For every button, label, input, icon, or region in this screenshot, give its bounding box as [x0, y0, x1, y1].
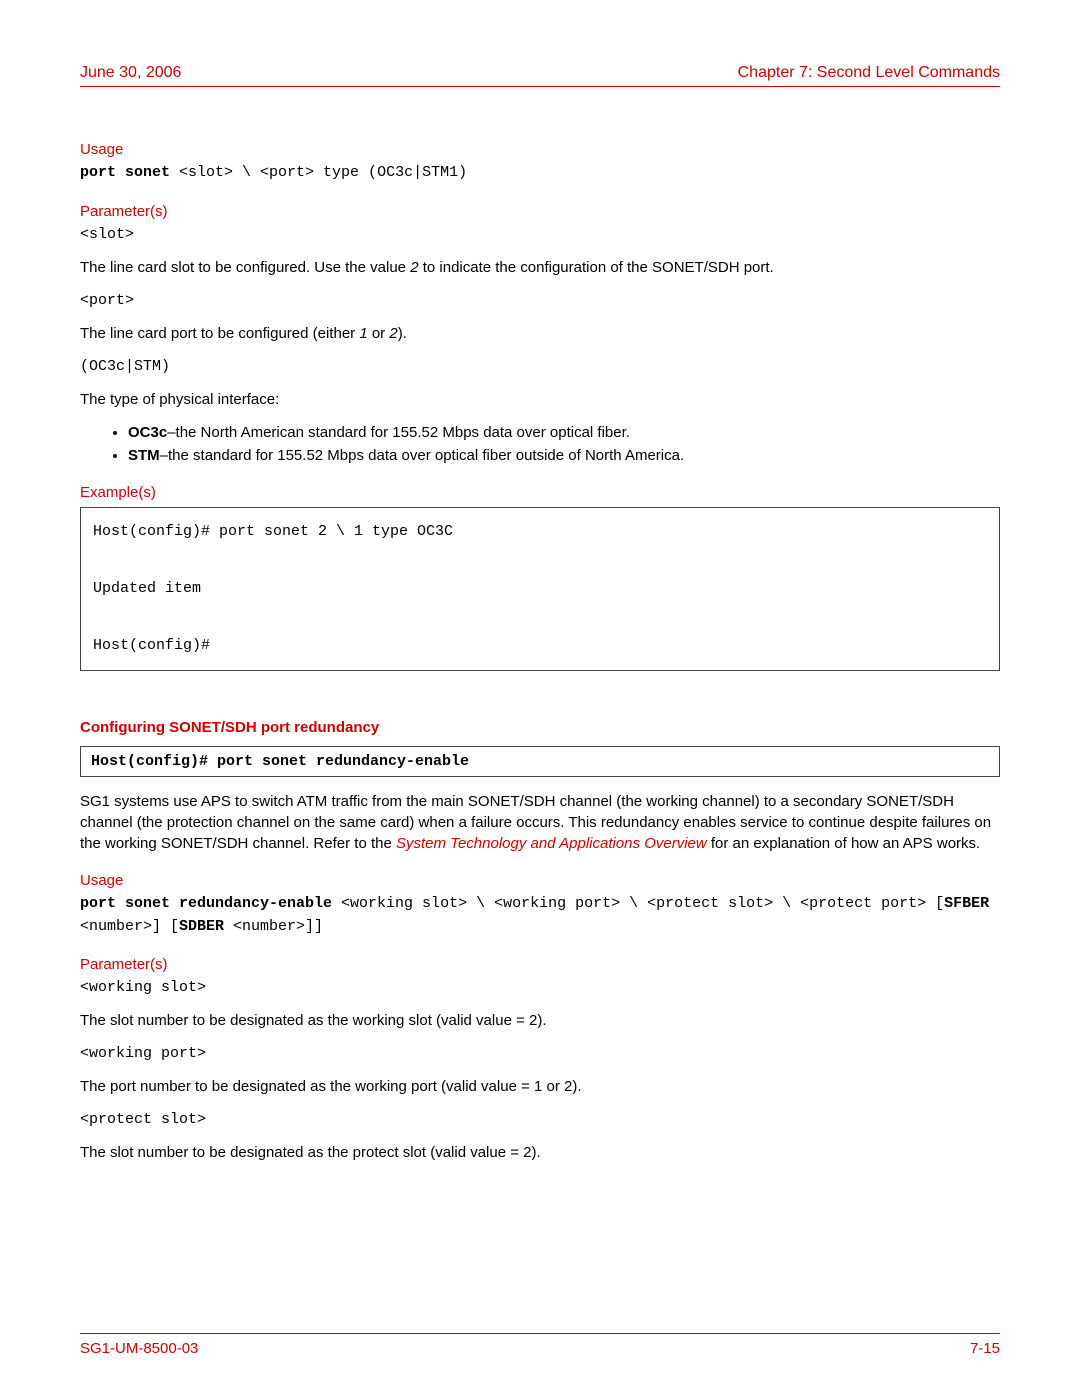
- section2-desc: SG1 systems use APS to switch ATM traffi…: [80, 791, 1000, 854]
- param-type: (OC3c|STM): [80, 356, 1000, 377]
- parameters2-label: Parameter(s): [80, 956, 1000, 973]
- param-working-slot-desc: The slot number to be designated as the …: [80, 1010, 1000, 1031]
- header-chapter: Chapter 7: Second Level Commands: [738, 64, 1000, 82]
- page-header: June 30, 2006 Chapter 7: Second Level Co…: [80, 64, 1000, 87]
- param-slot: <slot>: [80, 224, 1000, 245]
- footer-page-number: 7-15: [970, 1340, 1000, 1357]
- param-port: <port>: [80, 290, 1000, 311]
- param-protect-slot-desc: The slot number to be designated as the …: [80, 1142, 1000, 1163]
- usage-label: Usage: [80, 141, 1000, 158]
- section2-heading: Configuring SONET/SDH port redundancy: [80, 719, 1000, 736]
- footer-doc-id: SG1-UM-8500-03: [80, 1340, 198, 1357]
- param-working-port: <working port>: [80, 1043, 1000, 1064]
- param-working-slot: <working slot>: [80, 977, 1000, 998]
- usage-syntax: port sonet <slot> \ <port> type (OC3c|ST…: [80, 162, 1000, 185]
- bullet-oc3c: OC3c–the North American standard for 155…: [128, 422, 1000, 443]
- examples-label: Example(s): [80, 484, 1000, 501]
- param-slot-desc: The line card slot to be configured. Use…: [80, 257, 1000, 278]
- example-box: Host(config)# port sonet 2 \ 1 type OC3C…: [80, 507, 1000, 672]
- header-date: June 30, 2006: [80, 64, 181, 82]
- usage-cmd-rest: <slot> \ <port> type (OC3c|STM1): [179, 164, 467, 181]
- bullet-stm: STM–the standard for 155.52 Mbps data ov…: [128, 445, 1000, 466]
- parameters-label: Parameter(s): [80, 203, 1000, 220]
- param-type-desc: The type of physical interface:: [80, 389, 1000, 410]
- usage-cmd-bold: port sonet: [80, 164, 179, 181]
- param-port-desc: The line card port to be configured (eit…: [80, 323, 1000, 344]
- command-box: Host(config)# port sonet redundancy-enab…: [80, 746, 1000, 777]
- doc-link[interactable]: System Technology and Applications Overv…: [396, 835, 707, 852]
- type-bullets: OC3c–the North American standard for 155…: [80, 422, 1000, 466]
- param-working-port-desc: The port number to be designated as the …: [80, 1076, 1000, 1097]
- usage2-syntax: port sonet redundancy-enable <working sl…: [80, 893, 1000, 938]
- usage2-label: Usage: [80, 872, 1000, 889]
- param-protect-slot: <protect slot>: [80, 1109, 1000, 1130]
- page-footer: SG1-UM-8500-03 7-15: [80, 1333, 1000, 1357]
- page: June 30, 2006 Chapter 7: Second Level Co…: [0, 0, 1080, 1397]
